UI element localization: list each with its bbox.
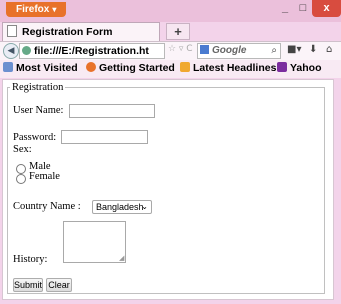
chevron-down-icon: ▾ (52, 5, 57, 14)
registration-legend: Registration (12, 82, 64, 93)
history-label: History: (13, 254, 48, 265)
sex-label: Sex: (13, 144, 32, 155)
bookmark-label: Latest Headlines (193, 62, 277, 74)
clear-button[interactable]: Clear (46, 278, 72, 292)
minimize-button[interactable]: _ (276, 0, 294, 17)
yahoo-icon (277, 62, 287, 72)
page-content: Registration User Name: Password: Sex: M… (2, 79, 334, 300)
new-tab-button[interactable]: + (166, 23, 190, 40)
back-arrow-icon[interactable]: ◀ (3, 43, 19, 59)
maximize-button[interactable]: □ (294, 0, 312, 17)
bookmark-icon (3, 62, 13, 72)
close-button[interactable]: x (312, 0, 341, 17)
bookmark-label: Yahoo (290, 62, 322, 74)
female-label: Female (29, 171, 60, 182)
male-radio[interactable] (16, 164, 26, 174)
home-icon[interactable]: ⌂ (326, 44, 332, 55)
bookmarks-menu-icon[interactable]: ■▾ (287, 44, 301, 55)
download-icon[interactable]: ⬇ (309, 44, 317, 55)
username-label: User Name: (13, 105, 64, 116)
bookmark-label: Getting Started (99, 62, 175, 74)
url-bar[interactable]: file:///E:/Registration.ht (19, 43, 165, 59)
bookmark-yahoo[interactable]: Yahoo (277, 60, 322, 77)
country-selected-value: Bangladesh (96, 202, 144, 212)
rss-icon (180, 62, 190, 72)
tab-title: Registration Form (22, 26, 113, 38)
tab-strip: Registration Form + (0, 22, 341, 41)
globe-icon (22, 46, 31, 55)
google-icon (200, 45, 209, 54)
firefox-menu-button[interactable]: Firefox ▾ (6, 2, 67, 17)
firefox-menu-label: Firefox (16, 4, 50, 15)
password-input[interactable] (61, 130, 148, 144)
search-icon[interactable]: ⌕ (271, 44, 277, 58)
registration-fieldset: Registration User Name: Password: Sex: M… (7, 82, 325, 294)
bookmarks-toolbar: Most Visited Getting Started Latest Head… (0, 60, 341, 78)
browser-window: Firefox ▾ _ □ x Registration Form + ◀ fil… (0, 0, 341, 304)
history-textarea[interactable] (63, 221, 126, 263)
resize-grip-icon[interactable]: ◢ (119, 254, 323, 293)
url-action-icons[interactable]: ☆ ▿ C (168, 44, 193, 54)
firefox-icon (86, 62, 96, 72)
submit-button[interactable]: Submit (13, 278, 43, 292)
country-label: Country Name : (13, 201, 81, 212)
tab-registration-form[interactable]: Registration Form (2, 22, 160, 41)
search-engine-label: Google (212, 45, 247, 56)
page-icon (7, 25, 17, 37)
url-text: file:///E:/Registration.ht (34, 45, 149, 57)
chevron-down-icon: ⌄ (141, 202, 148, 211)
bookmark-most-visited[interactable]: Most Visited (3, 60, 78, 77)
bookmark-getting-started[interactable]: Getting Started (86, 60, 175, 77)
country-select[interactable]: Bangladesh ⌄ (92, 200, 152, 214)
search-input[interactable]: Google ⌕ (197, 43, 281, 59)
bookmark-latest-headlines[interactable]: Latest Headlines (180, 60, 276, 77)
navigation-bar: ◀ file:///E:/Registration.ht ☆ ▿ C Googl… (0, 41, 341, 60)
password-label: Password: (13, 132, 57, 143)
username-input[interactable] (69, 104, 155, 118)
bookmark-label: Most Visited (16, 62, 78, 74)
female-radio[interactable] (16, 174, 26, 184)
title-bar: Firefox ▾ _ □ x (0, 0, 341, 22)
